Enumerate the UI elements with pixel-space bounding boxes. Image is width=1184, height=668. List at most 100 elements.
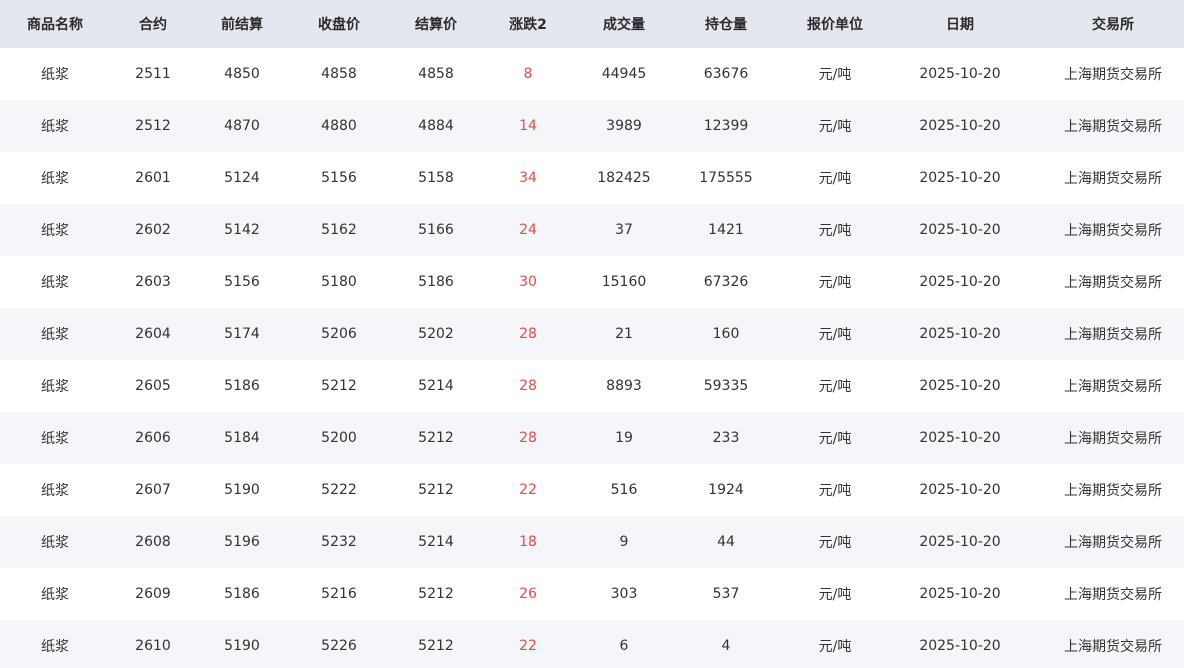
cell-product-name: 纸浆: [41, 223, 69, 239]
cell-date: 2025-10-20: [919, 170, 1001, 186]
cell-settle-price: 5212: [418, 586, 454, 602]
table-row[interactable]: 纸浆 2609 5186 5216 5212 26 303 537 元/吨 2025-10-20 上…: [0, 568, 1184, 620]
cell-volume: 8893: [606, 378, 642, 394]
cell-date: 2025-10-20: [919, 378, 1001, 394]
cell-exchange: 上海期货交易所: [1064, 587, 1162, 603]
cell-contract: 2610: [135, 638, 171, 654]
table-row[interactable]: 纸浆 2511 4850 4858 4858 8 44945 63676 元/吨 2025-10-…: [0, 48, 1184, 100]
table-row[interactable]: 纸浆 2606 5184 5200 5212 28 19 233 元/吨 2025-10-20 上海…: [0, 412, 1184, 464]
cell-prev-settle: 4870: [224, 118, 260, 134]
cell-open-interest: 1924: [708, 482, 744, 498]
cell-product-name: 纸浆: [41, 431, 69, 447]
cell-contract: 2604: [135, 326, 171, 342]
cell-exchange: 上海期货交易所: [1064, 327, 1162, 343]
cell-close-price: 5232: [321, 534, 357, 550]
header-open-interest[interactable]: 持仓量: [681, 0, 771, 48]
cell-quote-unit: 元/吨: [818, 275, 852, 291]
header-date[interactable]: 日期: [905, 0, 1015, 48]
cell-close-price: 5216: [321, 586, 357, 602]
table-row[interactable]: 纸浆 2604 5174 5206 5202 28 21 160 元/吨 2025-10-20 上海…: [0, 308, 1184, 360]
cell-volume: 21: [615, 326, 633, 342]
cell-quote-unit: 元/吨: [818, 67, 852, 83]
cell-close-price: 5180: [321, 274, 357, 290]
table-row[interactable]: 纸浆 2607 5190 5222 5212 22 516 1924 元/吨 2025-10-20…: [0, 464, 1184, 516]
cell-close-price: 5156: [321, 170, 357, 186]
header-prev-settle[interactable]: 前结算: [202, 0, 282, 48]
cell-date: 2025-10-20: [919, 482, 1001, 498]
header-volume[interactable]: 成交量: [579, 0, 669, 48]
header-change[interactable]: 涨跌2: [488, 0, 568, 48]
cell-exchange: 上海期货交易所: [1064, 639, 1162, 655]
cell-close-price: 5200: [321, 430, 357, 446]
cell-change: 30: [519, 274, 537, 290]
cell-product-name: 纸浆: [41, 171, 69, 187]
header-contract[interactable]: 合约: [113, 0, 193, 48]
cell-contract: 2512: [135, 118, 171, 134]
cell-date: 2025-10-20: [919, 274, 1001, 290]
cell-open-interest: 12399: [703, 118, 749, 134]
cell-open-interest: 175555: [699, 170, 753, 186]
cell-open-interest: 67326: [703, 274, 749, 290]
table-row[interactable]: 纸浆 2605 5186 5212 5214 28 8893 59335 元/吨 2025-10-…: [0, 360, 1184, 412]
cell-quote-unit: 元/吨: [818, 535, 852, 551]
cell-product-name: 纸浆: [41, 587, 69, 603]
cell-close-price: 4858: [321, 66, 357, 82]
table-row[interactable]: 纸浆 2602 5142 5162 5166 24 37 1421 元/吨 2025-10-20 上…: [0, 204, 1184, 256]
cell-change: 34: [519, 170, 537, 186]
cell-prev-settle: 5186: [224, 586, 260, 602]
cell-exchange: 上海期货交易所: [1064, 431, 1162, 447]
cell-exchange: 上海期货交易所: [1064, 171, 1162, 187]
header-exchange[interactable]: 交易所: [1048, 0, 1178, 48]
cell-exchange: 上海期货交易所: [1064, 67, 1162, 83]
cell-change: 24: [519, 222, 537, 238]
cell-volume: 6: [619, 638, 629, 654]
header-close-price[interactable]: 收盘价: [299, 0, 379, 48]
cell-product-name: 纸浆: [41, 275, 69, 291]
cell-contract: 2608: [135, 534, 171, 550]
cell-contract: 2609: [135, 586, 171, 602]
cell-contract: 2605: [135, 378, 171, 394]
cell-open-interest: 160: [712, 326, 740, 342]
cell-date: 2025-10-20: [919, 222, 1001, 238]
table-row[interactable]: 纸浆 2601 5124 5156 5158 34 182425 175555 元/吨 2025-…: [0, 152, 1184, 204]
cell-date: 2025-10-20: [919, 534, 1001, 550]
cell-product-name: 纸浆: [41, 379, 69, 395]
cell-volume: 19: [615, 430, 633, 446]
cell-date: 2025-10-20: [919, 118, 1001, 134]
header-product-name[interactable]: 商品名称: [15, 0, 95, 48]
cell-close-price: 4880: [321, 118, 357, 134]
cell-volume: 37: [615, 222, 633, 238]
cell-prev-settle: 5174: [224, 326, 260, 342]
cell-change: 28: [519, 430, 537, 446]
cell-date: 2025-10-20: [919, 66, 1001, 82]
futures-table: 商品名称 合约 前结算 收盘价 结算价 涨跌2 成交量 持仓量 报价单位 日期 …: [0, 0, 1184, 668]
cell-product-name: 纸浆: [41, 67, 69, 83]
cell-prev-settle: 5124: [224, 170, 260, 186]
cell-open-interest: 4: [721, 638, 731, 654]
cell-prev-settle: 5186: [224, 378, 260, 394]
cell-settle-price: 5166: [418, 222, 454, 238]
cell-change: 28: [519, 378, 537, 394]
header-settle-price[interactable]: 结算价: [396, 0, 476, 48]
table-header-row: 商品名称 合约 前结算 收盘价 结算价 涨跌2 成交量 持仓量 报价单位 日期 …: [0, 0, 1184, 48]
cell-volume: 516: [610, 482, 638, 498]
header-quote-unit[interactable]: 报价单位: [790, 0, 880, 48]
table-row[interactable]: 纸浆 2610 5190 5226 5212 22 6 4 元/吨 2025-10-20 上海期货交…: [0, 620, 1184, 668]
cell-volume: 182425: [597, 170, 651, 186]
cell-exchange: 上海期货交易所: [1064, 223, 1162, 239]
cell-change: 14: [519, 118, 537, 134]
cell-prev-settle: 5190: [224, 638, 260, 654]
table-row[interactable]: 纸浆 2603 5156 5180 5186 30 15160 67326 元/吨 2025-10…: [0, 256, 1184, 308]
cell-quote-unit: 元/吨: [818, 171, 852, 187]
cell-prev-settle: 5156: [224, 274, 260, 290]
table-row[interactable]: 纸浆 2512 4870 4880 4884 14 3989 12399 元/吨 2025-10-…: [0, 100, 1184, 152]
table-row[interactable]: 纸浆 2608 5196 5232 5214 18 9 44 元/吨 2025-10-20 上海期货…: [0, 516, 1184, 568]
cell-open-interest: 233: [712, 430, 740, 446]
cell-open-interest: 44: [717, 534, 735, 550]
cell-settle-price: 5212: [418, 638, 454, 654]
cell-open-interest: 537: [712, 586, 740, 602]
cell-contract: 2606: [135, 430, 171, 446]
cell-product-name: 纸浆: [41, 483, 69, 499]
cell-exchange: 上海期货交易所: [1064, 275, 1162, 291]
cell-quote-unit: 元/吨: [818, 223, 852, 239]
